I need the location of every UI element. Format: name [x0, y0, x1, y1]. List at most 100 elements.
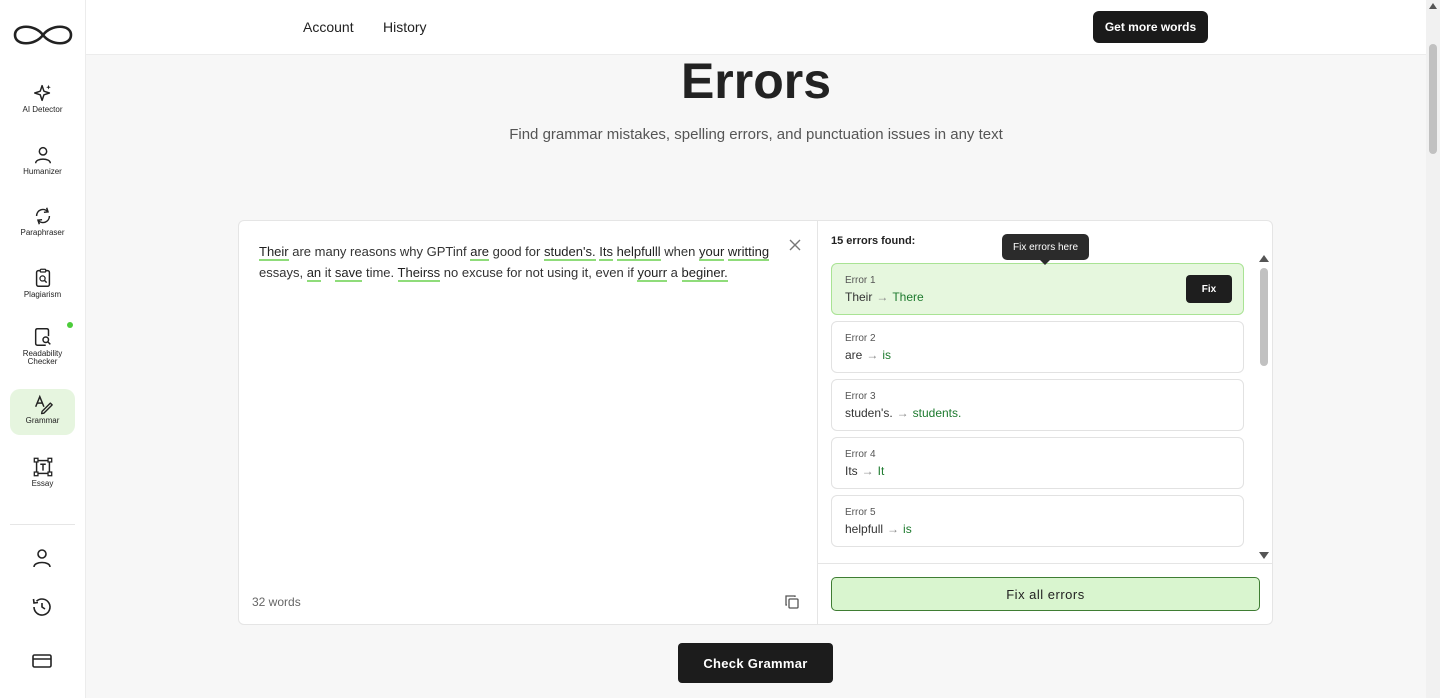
arrow-right-icon: → — [861, 464, 874, 478]
sidebar: AI Detector Humanizer Paraphraser Plagia… — [0, 0, 86, 698]
error-correction: Their → There — [845, 290, 924, 304]
sidebar-item-essay[interactable]: Essay — [10, 452, 75, 498]
error-title: Error 1 — [845, 275, 876, 286]
list-scroll-thumb[interactable] — [1260, 268, 1268, 366]
error-original: are — [845, 348, 863, 362]
sidebar-item-label: AI Detector — [22, 105, 63, 114]
error-word[interactable]: beginer. — [681, 265, 728, 282]
text-segment: when — [660, 244, 699, 259]
sidebar-divider — [10, 524, 75, 525]
fix-button[interactable]: Fix — [1186, 275, 1232, 303]
error-word[interactable]: an — [306, 265, 322, 282]
document-search-icon — [34, 328, 51, 346]
tooltip-text: Fix errors here — [1012, 241, 1078, 253]
history-icon[interactable] — [30, 595, 54, 619]
error-word[interactable]: your — [698, 244, 725, 261]
text-segment: essays, — [259, 265, 307, 280]
error-correction: Its → It — [845, 464, 884, 478]
user-icon[interactable] — [30, 546, 54, 570]
error-word[interactable]: are — [470, 244, 490, 261]
status-dot — [67, 322, 73, 328]
sidebar-item-label: Paraphraser — [20, 228, 65, 237]
sparkle-icon — [33, 84, 51, 102]
grammar-card: Their are many reasons why GPTinf are go… — [238, 220, 1273, 625]
error-item[interactable]: Error 5 helpfull → is — [831, 495, 1244, 547]
editor-text[interactable]: Their are many reasons why GPTinf are go… — [259, 241, 779, 283]
sidebar-item-readability-checker[interactable]: Readability Checker — [10, 322, 75, 374]
sidebar-item-ai-detector[interactable]: AI Detector — [10, 78, 75, 124]
error-suggestion: is — [882, 348, 892, 362]
error-word[interactable]: Its — [599, 244, 613, 261]
errors-count: 15 errors found: — [831, 235, 916, 247]
error-suggestion: It — [877, 464, 885, 478]
arrow-right-icon: → — [866, 348, 879, 362]
error-original: studen's. — [845, 406, 893, 420]
error-item[interactable]: Error 4 Its → It — [831, 437, 1244, 489]
error-title: Error 2 — [845, 333, 876, 344]
error-word[interactable]: yourr — [637, 265, 668, 282]
page-subtitle: Find grammar mistakes, spelling errors, … — [509, 126, 1003, 143]
errors-panel: 15 errors found: Error 1 Their → There Fix Er… — [818, 221, 1273, 624]
error-correction: helpfull → is — [845, 522, 912, 536]
sidebar-item-paraphraser[interactable]: Paraphraser — [10, 201, 75, 247]
error-word[interactable]: writting — [727, 244, 770, 261]
infinity-logo[interactable] — [11, 20, 75, 50]
check-grammar-button[interactable]: Check Grammar — [678, 643, 833, 683]
error-item[interactable]: Error 2 are → is — [831, 321, 1244, 373]
arrow-right-icon: → — [896, 406, 909, 420]
sidebar-item-label: Readability Checker — [22, 349, 63, 366]
page-scrollbar[interactable] — [1426, 0, 1440, 698]
list-divider — [818, 563, 1273, 564]
error-correction: studen's. → students. — [845, 406, 961, 420]
error-original: Their — [845, 290, 873, 304]
get-more-words-button[interactable]: Get more words — [1093, 11, 1208, 43]
grammar-pen-icon — [34, 394, 53, 415]
text-segment: are many reasons why GPTinf — [288, 244, 471, 259]
list-scroll-down-icon[interactable] — [1259, 552, 1269, 559]
cycle-icon — [35, 207, 50, 225]
person-icon — [34, 146, 51, 164]
clipboard-search-icon — [35, 268, 50, 287]
error-word[interactable]: helpfulll — [616, 244, 661, 261]
list-scroll-up-icon[interactable] — [1259, 255, 1269, 262]
error-word[interactable]: save — [334, 265, 363, 282]
history-link[interactable]: History — [383, 19, 427, 35]
sidebar-item-label: Essay — [31, 479, 54, 488]
copy-icon[interactable] — [784, 594, 800, 610]
arrow-right-icon: → — [876, 290, 889, 304]
text-segment: time. — [362, 265, 398, 280]
sidebar-item-grammar[interactable]: Grammar — [10, 389, 75, 435]
scroll-up-arrow-icon[interactable] — [1429, 3, 1437, 9]
error-word[interactable]: studen's. — [543, 244, 596, 261]
error-original: Its — [845, 464, 858, 478]
text-segment: good for — [489, 244, 544, 259]
error-correction: are → is — [845, 348, 891, 362]
credit-card-icon[interactable] — [30, 649, 54, 673]
arrow-right-icon: → — [887, 522, 900, 536]
sidebar-item-label: Humanizer — [23, 167, 62, 176]
account-link[interactable]: Account — [303, 19, 354, 35]
sidebar-item-label: Grammar — [25, 416, 60, 425]
text-frame-icon — [33, 457, 52, 477]
error-title: Error 3 — [845, 391, 876, 402]
close-icon[interactable] — [788, 238, 802, 252]
error-title: Error 5 — [845, 507, 876, 518]
error-title: Error 4 — [845, 449, 876, 460]
fix-all-errors-button[interactable]: Fix all errors — [831, 577, 1260, 611]
error-word[interactable]: Theirss — [397, 265, 441, 282]
text-segment: a — [667, 265, 682, 280]
fix-errors-tooltip: Fix errors here — [1002, 234, 1089, 265]
error-item[interactable]: Error 3 studen's. → students. — [831, 379, 1244, 431]
sidebar-item-humanizer[interactable]: Humanizer — [10, 140, 75, 186]
error-item[interactable]: Error 1 Their → There Fix — [831, 263, 1244, 315]
scroll-thumb[interactable] — [1429, 44, 1437, 154]
error-suggestion: students. — [912, 406, 962, 420]
text-segment: no excuse for not using it, even if — [440, 265, 638, 280]
error-suggestion: There — [892, 290, 924, 304]
page-title: Errors — [680, 53, 832, 109]
text-segment: it — [321, 265, 335, 280]
error-word[interactable]: Their — [259, 244, 289, 261]
top-bar: Account History Get more words — [86, 0, 1426, 55]
sidebar-item-plagiarism[interactable]: Plagiarism — [10, 263, 75, 309]
text-editor[interactable]: Their are many reasons why GPTinf are go… — [239, 221, 818, 624]
